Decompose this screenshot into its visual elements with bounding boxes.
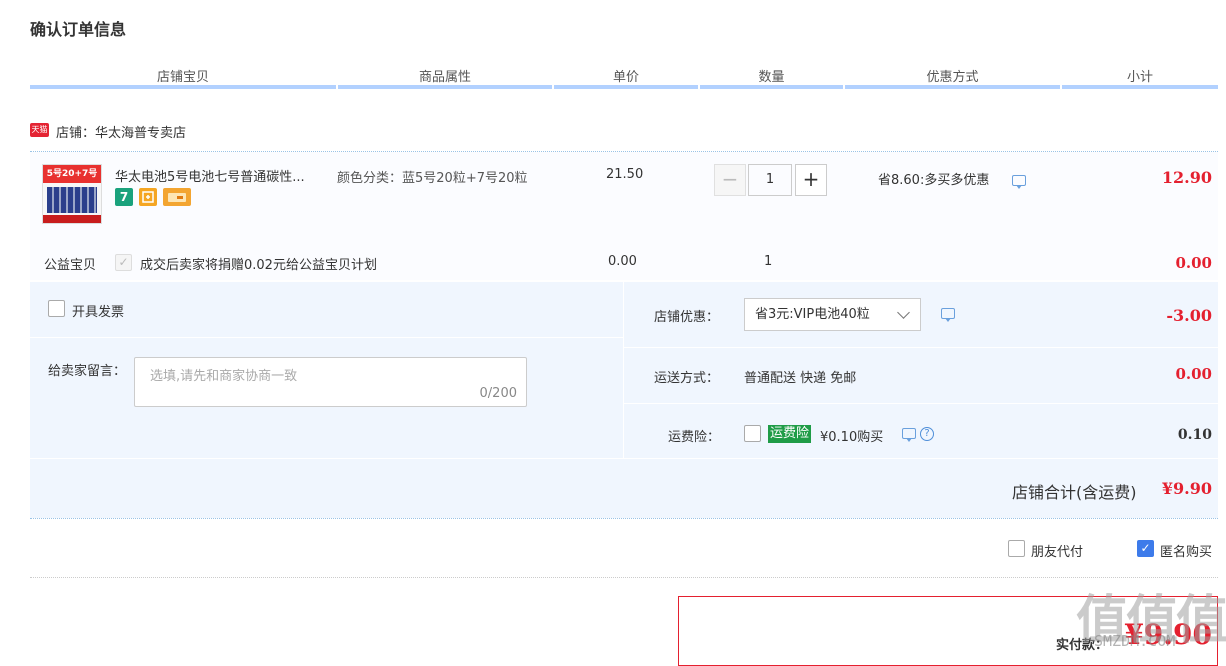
shop-discount-amount: -3.00	[1166, 306, 1212, 325]
message-icon[interactable]	[1012, 175, 1026, 189]
seller-message-textarea[interactable]: 选填,请先和商家协商一致 0/200	[134, 357, 527, 407]
watermark-site: SMZDM.COM	[1094, 632, 1176, 650]
shop-discount-selected: 省3元:VIP电池40粒	[755, 307, 870, 322]
insurance-price: ¥0.10购买	[820, 430, 884, 445]
charity-text: 成交后卖家将捐赠0.02元给公益宝贝计划	[140, 258, 377, 273]
shipping-label: 运送方式：	[654, 371, 720, 386]
charity-label: 公益宝贝	[44, 258, 97, 273]
shop-total-value: ¥9.90	[1161, 479, 1212, 498]
column-divider	[623, 282, 624, 458]
invoice-checkbox[interactable]	[48, 300, 65, 317]
message-icon[interactable]	[941, 308, 955, 322]
product-thumbnail[interactable]: 5号20+7号20	[42, 164, 102, 224]
shipping-amount: 0.00	[1175, 365, 1212, 383]
friend-pay-checkbox[interactable]	[1008, 540, 1025, 557]
decrease-quantity-button[interactable]: −	[714, 164, 746, 196]
friend-pay-label[interactable]: 朋友代付	[1031, 541, 1083, 560]
shop-discount-label: 店铺优惠：	[654, 310, 720, 325]
item-subtotal: 12.90	[1161, 168, 1212, 187]
message-icon[interactable]	[902, 428, 916, 442]
invoice-label[interactable]: 开具发票	[72, 301, 124, 320]
shipping-method: 普通配送 快递 免邮	[744, 371, 857, 386]
shop-discount-select[interactable]: 省3元:VIP电池40粒	[744, 298, 921, 331]
promotion-text: 省8.60:多买多优惠	[878, 173, 990, 188]
product-name-link[interactable]: 华太电池5号电池七号普通碳性...	[115, 166, 330, 185]
insurance-amount: 0.10	[1177, 427, 1212, 443]
shop-name[interactable]: 店铺：华太海普专卖店	[56, 122, 186, 141]
shop-total-label: 店铺合计(含运费)	[1012, 483, 1137, 502]
chevron-down-icon	[897, 306, 910, 319]
message-label: 给卖家留言：	[48, 364, 127, 379]
message-placeholder: 选填,请先和商家协商一致	[150, 369, 298, 384]
quantity-input[interactable]: 1	[748, 164, 792, 196]
product-attribute: 颜色分类：蓝5号20粒+7号20粒	[337, 171, 528, 186]
page-title: 确认订单信息	[30, 20, 127, 39]
insurance-label: 运费险：	[668, 430, 721, 445]
charity-quantity: 1	[764, 254, 773, 269]
increase-quantity-button[interactable]: +	[795, 164, 827, 196]
insurance-tag: 运费险	[768, 425, 812, 443]
unit-price: 21.50	[606, 167, 644, 182]
insurance-checkbox[interactable]	[744, 425, 761, 442]
credit-card-icon[interactable]	[163, 188, 191, 206]
seven-day-return-icon[interactable]: 7	[115, 188, 133, 206]
help-icon[interactable]: ?	[920, 427, 934, 441]
anonymous-checkbox[interactable]: ✓	[1137, 540, 1154, 557]
thumbnail-label: 5号20+7号20	[43, 165, 101, 197]
header-bar	[30, 85, 1218, 89]
charity-checkbox: ✓	[115, 254, 132, 271]
guarantee-icon[interactable]	[139, 188, 157, 206]
message-counter: 0/200	[479, 386, 517, 401]
charity-subtotal: 0.00	[1175, 254, 1212, 272]
anonymous-label[interactable]: 匿名购买	[1160, 541, 1212, 560]
tmall-icon: 天猫	[30, 123, 49, 137]
charity-price: 0.00	[608, 254, 637, 269]
